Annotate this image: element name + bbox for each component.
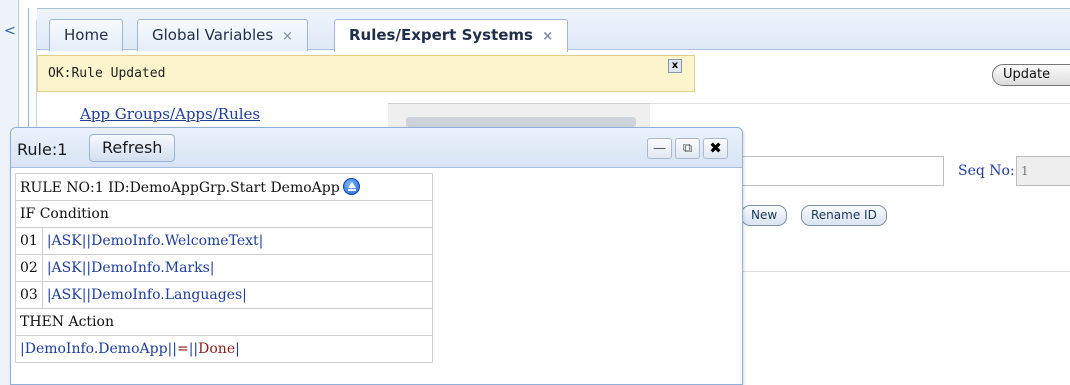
tab-global-variables[interactable]: Global Variables ×: [137, 19, 308, 51]
action-cell[interactable]: |DemoInfo.DemoApp||=||Done|: [15, 335, 433, 363]
table-row: IF Condition: [15, 200, 433, 228]
condition-target: DemoInfo.WelcomeText: [91, 233, 259, 249]
blurred-text: [406, 117, 636, 127]
action-operator: =: [176, 341, 189, 357]
rule-id-input[interactable]: [741, 156, 944, 186]
tab-bar: Home Global Variables × Rules/Expert Sys…: [37, 8, 1070, 52]
table-row[interactable]: |DemoInfo.DemoApp||=||Done|: [15, 335, 433, 363]
seq-no-label: Seq No:: [958, 163, 1015, 179]
condition-number: 01: [15, 227, 43, 255]
table-row[interactable]: 03 |ASK||DemoInfo.Languages|: [15, 281, 434, 309]
minimize-icon[interactable]: —: [647, 138, 672, 159]
table-row[interactable]: 02 |ASK||DemoInfo.Marks|: [15, 254, 434, 282]
divider: [741, 271, 1070, 272]
rule-header: RULE NO:1 ID:DemoAppGrp.Start DemoApp: [20, 180, 340, 196]
table-row: THEN Action: [15, 308, 433, 336]
refresh-button[interactable]: Refresh: [89, 134, 176, 162]
condition-keyword: ASK: [51, 287, 82, 303]
close-icon[interactable]: ×: [542, 29, 553, 44]
action-target: DemoInfo.DemoApp: [24, 341, 168, 357]
rename-id-button[interactable]: Rename ID: [801, 205, 887, 226]
close-icon[interactable]: ✖: [703, 138, 728, 159]
rule-id-title-obscured: [388, 103, 650, 127]
dialog-title: Rule:1: [17, 140, 68, 159]
tab-label: Rules/Expert Systems: [349, 26, 533, 44]
update-button[interactable]: Update: [992, 64, 1070, 86]
tab-label: Global Variables: [152, 26, 274, 44]
seq-no-input[interactable]: 1: [1016, 156, 1070, 186]
tab-home[interactable]: Home: [49, 19, 124, 51]
condition-number: 03: [15, 281, 43, 309]
table-row: RULE NO:1 ID:DemoAppGrp.Start DemoApp: [15, 173, 433, 201]
table-row[interactable]: 01 |ASK||DemoInfo.WelcomeText|: [15, 227, 434, 255]
tab-label: Home: [64, 26, 109, 44]
rule-dialog: Rule:1 Refresh — ⧉ ✖ RULE NO:1 ID:DemoAp…: [10, 127, 743, 385]
tab-rules-expert-systems[interactable]: Rules/Expert Systems ×: [334, 19, 569, 52]
popout-icon[interactable]: ⧉: [675, 138, 700, 159]
then-action-label: THEN Action: [15, 308, 433, 336]
close-icon[interactable]: ×: [282, 29, 293, 44]
condition-keyword: ASK: [51, 260, 82, 276]
chevron-left-icon[interactable]: <: [4, 23, 16, 39]
condition-cell[interactable]: |ASK||DemoInfo.WelcomeText|: [41, 227, 434, 255]
condition-cell[interactable]: |ASK||DemoInfo.Languages|: [41, 281, 434, 309]
rule-table: RULE NO:1 ID:DemoAppGrp.Start DemoApp IF…: [15, 173, 434, 363]
if-condition-label: IF Condition: [15, 200, 433, 228]
dialog-header[interactable]: Rule:1 Refresh — ⧉ ✖: [11, 128, 742, 168]
condition-number: 02: [15, 254, 43, 282]
collapse-icon[interactable]: [342, 178, 360, 195]
condition-target: DemoInfo.Languages: [91, 287, 243, 303]
app-groups-link[interactable]: App Groups/Apps/Rules: [80, 105, 260, 123]
condition-keyword: ASK: [51, 233, 82, 249]
close-icon[interactable]: x: [668, 59, 682, 73]
condition-cell[interactable]: |ASK||DemoInfo.Marks|: [41, 254, 434, 282]
status-text: OK:Rule Updated: [48, 66, 166, 81]
rule-header-cell: RULE NO:1 ID:DemoAppGrp.Start DemoApp: [15, 173, 433, 201]
status-message: OK:Rule Updated x: [37, 55, 695, 92]
new-button[interactable]: New: [741, 205, 788, 226]
action-value: Done: [198, 341, 236, 357]
condition-target: DemoInfo.Marks: [91, 260, 210, 276]
